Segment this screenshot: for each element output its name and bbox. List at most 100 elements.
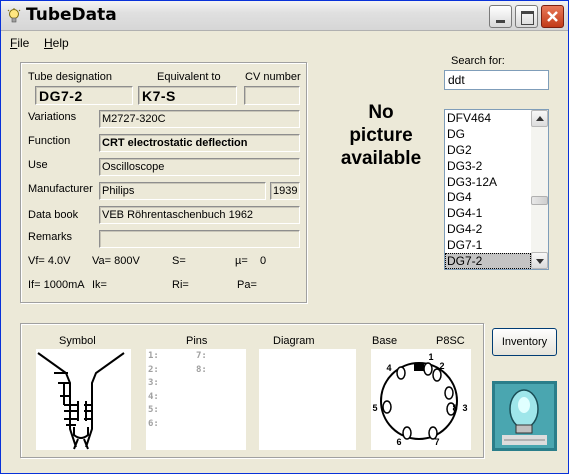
symbol-label: Symbol	[59, 335, 96, 347]
tube-list-item[interactable]: DG3-12A	[445, 174, 531, 190]
base-pin-label: 4	[386, 363, 391, 373]
minimize-button[interactable]	[489, 5, 512, 28]
tube-list-item[interactable]: DFV464	[445, 110, 531, 126]
scroll-down-button[interactable]	[531, 252, 548, 269]
list-scrollbar[interactable]	[531, 110, 548, 269]
lightbulb-icon	[7, 8, 21, 23]
function-field: CRT electrostatic deflection	[99, 134, 300, 152]
close-button[interactable]	[541, 5, 564, 28]
manufacturer-field: Philips	[99, 182, 266, 200]
variations-label: Variations	[28, 111, 77, 123]
ri-value: Ri=	[172, 279, 189, 291]
base-pin-mark	[396, 366, 406, 380]
pa-value: Pa=	[237, 279, 257, 291]
base-label: Base	[372, 335, 398, 347]
cv-number-field	[244, 86, 300, 105]
tube-list-items: DFV464 DG DG2 DG3-2 DG3-12A DG4 DG4-1 DG4-2 DG7-…	[445, 110, 531, 269]
window-title: TubeData	[26, 5, 117, 25]
scroll-thumb[interactable]	[531, 196, 548, 205]
no-picture-line3: available	[340, 148, 422, 169]
pin-entry: 3:	[148, 378, 159, 388]
base-pin-mark	[382, 400, 392, 414]
pin-entry: 4:	[148, 391, 159, 402]
maximize-button[interactable]	[515, 5, 538, 28]
base-pin-label: 7	[434, 437, 439, 447]
remarks-field	[99, 230, 300, 248]
manufacturer-label: Manufacturer	[28, 183, 93, 195]
cv-number-label: CV number	[245, 71, 301, 83]
tube-list-item[interactable]: DG7-2	[445, 253, 531, 269]
mu-label: µ=	[235, 255, 248, 267]
equivalent-field: K7-S	[138, 86, 237, 105]
base-pin-label: 5	[372, 403, 377, 413]
title-bar: TubeData	[1, 1, 568, 31]
pin-entry: 8:	[196, 364, 207, 375]
pin-entry: 5:	[148, 405, 159, 415]
main-window: TubeData File Help Tube designation Equi…	[0, 0, 569, 474]
tube-list-item[interactable]: DG3-2	[445, 158, 531, 174]
use-label: Use	[28, 159, 48, 171]
menu-file-label: ile	[17, 36, 30, 50]
base-pinout-drawing: 12 3 4 5 6 7 8	[372, 352, 467, 447]
va-value: Va= 800V	[92, 255, 140, 267]
base-pin-mark	[402, 426, 412, 440]
tube-list-item[interactable]: DG2	[445, 142, 531, 158]
tube-logo-image	[492, 381, 557, 451]
databook-label: Data book	[28, 209, 79, 221]
base-pin-label: 6	[396, 437, 401, 447]
pins-column-2: 7: 8:	[196, 350, 207, 377]
pin-entry: 6:	[148, 418, 159, 429]
menu-help-accelerator: H	[44, 36, 53, 50]
no-picture-line1: No	[368, 102, 394, 123]
variations-field: M2727-320C	[99, 110, 300, 128]
diagram-label: Diagram	[273, 335, 315, 347]
tube-list-item[interactable]: DG4	[445, 189, 531, 205]
base-pin-label: 8	[452, 403, 457, 413]
tube-symbol-drawing	[37, 352, 125, 450]
base-pin-label: 1	[428, 352, 433, 362]
tube-list-item[interactable]: DG7-1	[445, 237, 531, 253]
no-picture-line2: picture	[349, 125, 413, 146]
search-label: Search for:	[451, 55, 505, 67]
tube-list[interactable]: DFV464 DG DG2 DG3-2 DG3-12A DG4 DG4-1 DG4-2 DG7-…	[444, 109, 549, 270]
pins-panel: 1: 2: 3: 4: 5: 6: 7: 8:	[146, 349, 246, 450]
base-pin-label: 2	[439, 361, 444, 371]
menu-help[interactable]: Help	[44, 36, 69, 50]
tube-list-item[interactable]: DG4-1	[445, 205, 531, 221]
diagram-panel	[259, 349, 356, 450]
mu-value: 0	[260, 255, 267, 267]
databook-field: VEB Röhrentaschenbuch 1962	[99, 206, 300, 224]
vf-value: Vf= 4.0V	[28, 255, 71, 267]
tube-list-item[interactable]: DG	[445, 126, 531, 142]
tube-designation-label: Tube designation	[28, 71, 112, 83]
pins-label: Pins	[186, 335, 208, 347]
base-pin-mark	[423, 362, 433, 376]
symbol-panel	[36, 349, 131, 450]
base-pin-label: 3	[462, 403, 467, 413]
menu-help-label: elp	[52, 36, 69, 50]
menu-bar: File Help	[1, 32, 568, 54]
equivalent-label: Equivalent to	[157, 71, 221, 83]
if-value: If= 1000mA	[28, 279, 85, 291]
tube-designation-field: DG7-2	[35, 86, 133, 105]
pin-entry: 1:	[148, 351, 159, 361]
s-value: S=	[172, 255, 186, 267]
menu-file[interactable]: File	[10, 36, 29, 50]
scroll-up-button[interactable]	[531, 110, 548, 127]
remarks-label: Remarks	[28, 231, 73, 243]
ik-value: Ik=	[92, 279, 107, 291]
pin-entry: 7:	[196, 351, 207, 361]
pin-entry: 2:	[148, 364, 159, 375]
pins-column-1: 1: 2: 3: 4: 5: 6:	[148, 350, 159, 431]
function-label: Function	[28, 135, 71, 147]
tube-list-item[interactable]: DG4-2	[445, 221, 531, 237]
search-input[interactable]	[444, 70, 549, 90]
base-panel: 12 3 4 5 6 7 8	[371, 349, 471, 450]
use-field: Oscilloscope	[99, 158, 300, 176]
no-picture-placeholder: No picture available	[315, 101, 447, 170]
year-field: 1939	[270, 182, 300, 200]
base-pin-mark	[444, 386, 454, 400]
close-icon	[547, 11, 558, 22]
base-type-label: P8SC	[436, 335, 465, 347]
inventory-button[interactable]: Inventory	[492, 328, 557, 356]
